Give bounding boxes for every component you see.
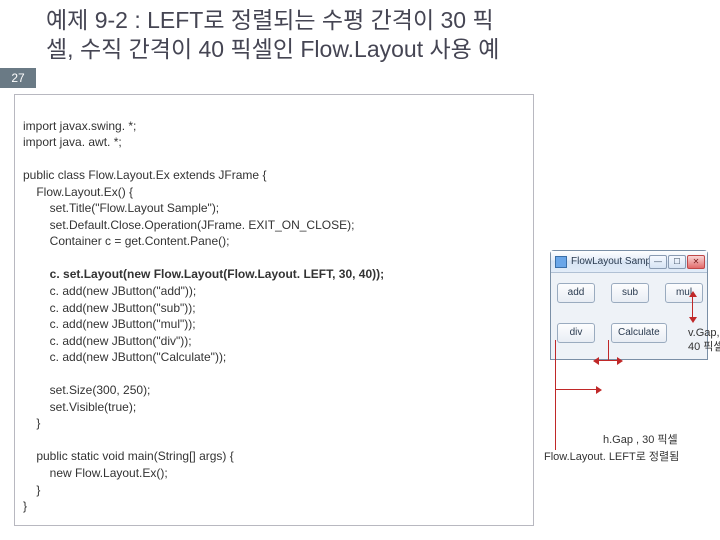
code-line: public static void main(String[] args) { (23, 449, 234, 463)
div-button[interactable]: div (557, 323, 595, 343)
code-line: } (23, 499, 27, 513)
align-arrow-icon (555, 389, 597, 390)
sub-button[interactable]: sub (611, 283, 649, 303)
code-line: set.Size(300, 250); (23, 383, 150, 397)
window-title: FlowLayout Sample (571, 256, 649, 267)
maximize-button[interactable]: ☐ (668, 255, 686, 269)
slide-title: 예제 9-2 : LEFT로 정렬되는 수평 간격이 30 픽 셀, 수직 간격… (46, 6, 712, 65)
add-button[interactable]: add (557, 283, 595, 303)
code-line: set.Default.Close.Operation(JFrame. EXIT… (23, 218, 354, 232)
title-line-2: 셀, 수직 간격이 40 픽셀인 Flow.Layout 사용 예 (46, 36, 499, 62)
window-client-area: add sub mul div Calculate (551, 273, 707, 359)
code-line: set.Title("Flow.Layout Sample"); (23, 201, 219, 215)
close-button[interactable]: ✕ (687, 255, 705, 269)
vgap-label: v.Gap, 40 픽셀 (688, 326, 720, 355)
vgap-arrow-icon (692, 296, 693, 318)
hgap-arrow-icon (598, 360, 618, 361)
code-listing: import javax.swing. *; import java. awt.… (14, 94, 534, 526)
button-row-1: add sub mul (557, 283, 701, 303)
vgap-label-line-1: v.Gap, (688, 327, 720, 339)
code-line: Flow.Layout.Ex() { (23, 185, 133, 199)
code-line: c. add(new JButton("mul")); (23, 317, 196, 331)
calculate-button[interactable]: Calculate (611, 323, 667, 343)
page-number-badge: 27 (0, 68, 36, 88)
window-titlebar: FlowLayout Sample — ☐ ✕ (551, 251, 707, 273)
hgap-connector-icon (608, 340, 609, 360)
align-connector-icon (555, 340, 556, 450)
code-line: c. add(new JButton("div")); (23, 334, 192, 348)
code-line: c. add(new JButton("sub")); (23, 301, 196, 315)
vgap-label-line-2: 40 픽셀 (688, 341, 720, 353)
code-line: Container c = get.Content.Pane(); (23, 234, 229, 248)
code-line: c. add(new JButton("add")); (23, 284, 196, 298)
hgap-label: h.Gap , 30 픽셀 (603, 431, 678, 447)
code-line: } (23, 416, 40, 430)
button-row-2: div Calculate (557, 323, 701, 343)
code-line-bold: c. set.Layout(new Flow.Layout(Flow.Layou… (23, 267, 384, 281)
window-app-icon (555, 256, 567, 268)
code-line: import java. awt. *; (23, 135, 122, 149)
code-line: set.Visible(true); (23, 400, 136, 414)
code-line: public class Flow.Layout.Ex extends JFra… (23, 168, 266, 182)
code-line: c. add(new JButton("Calculate")); (23, 350, 226, 364)
code-line: } (23, 483, 40, 497)
output-window: FlowLayout Sample — ☐ ✕ add sub mul div … (550, 250, 708, 360)
minimize-button[interactable]: — (649, 255, 667, 269)
window-controls: — ☐ ✕ (649, 255, 705, 269)
title-line-1: 예제 9-2 : LEFT로 정렬되는 수평 간격이 30 픽 (46, 7, 494, 33)
align-label: Flow.Layout. LEFT로 정렬됨 (544, 448, 679, 464)
code-line: new Flow.Layout.Ex(); (23, 466, 168, 480)
code-line: import javax.swing. *; (23, 119, 136, 133)
mul-button[interactable]: mul (665, 283, 703, 303)
